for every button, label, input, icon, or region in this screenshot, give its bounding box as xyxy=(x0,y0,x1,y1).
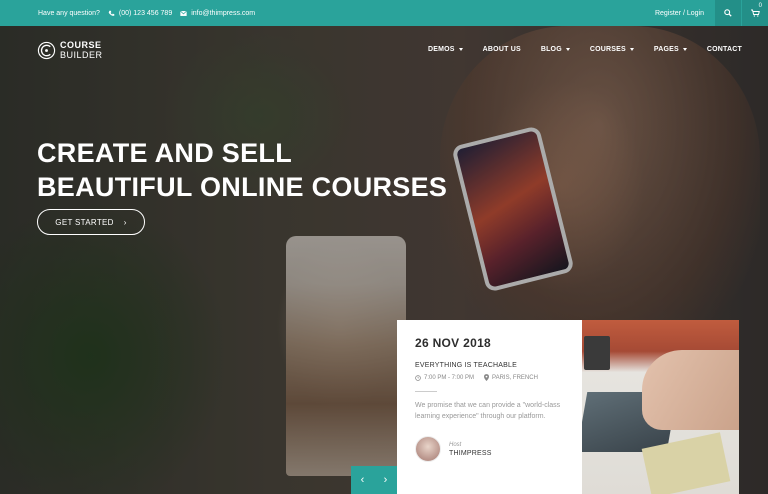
logo-mark-icon xyxy=(37,41,56,59)
nav-item-pages[interactable]: PAGES xyxy=(654,46,687,53)
hero-headline-line1: CREATE AND SELL xyxy=(37,138,293,168)
search-icon xyxy=(724,9,732,17)
phone-icon xyxy=(108,10,115,16)
logo[interactable]: COURSE BUILDER xyxy=(37,40,103,60)
get-started-button[interactable]: GET STARTED › xyxy=(37,209,145,235)
chevron-right-icon: › xyxy=(123,217,127,227)
phone-number: (00) 123 456 789 xyxy=(118,9,173,17)
search-button[interactable] xyxy=(715,0,741,26)
event-image xyxy=(582,320,739,494)
caret-down-icon xyxy=(458,48,463,51)
map-pin-icon xyxy=(484,374,490,381)
event-title[interactable]: EVERYTHING IS TEACHABLE xyxy=(415,362,564,369)
nav-item-courses[interactable]: COURSES xyxy=(590,46,634,53)
envelope-icon xyxy=(180,10,188,16)
caret-down-icon xyxy=(565,48,570,51)
slider-arrows: ‹ › xyxy=(351,466,397,494)
get-started-label: GET STARTED xyxy=(55,217,114,227)
email-address: info@thimpress.com xyxy=(191,9,256,17)
logo-text-line1: COURSE xyxy=(60,40,102,50)
event-host: Host THIMPRESS xyxy=(415,436,564,462)
hero-headline-line2: BEAUTIFUL ONLINE COURSES xyxy=(37,172,448,202)
question-text: Have any question? xyxy=(38,9,100,17)
nav-item-contact[interactable]: CONTACT xyxy=(707,46,742,53)
phone-contact[interactable]: (00) 123 456 789 xyxy=(108,10,172,17)
nav-item-blog[interactable]: BLOG xyxy=(541,46,570,53)
host-avatar xyxy=(415,436,441,462)
nav-item-demos[interactable]: DEMOS xyxy=(428,46,463,53)
hero-headline: CREATE AND SELL BEAUTIFUL ONLINE COURSES xyxy=(37,136,447,204)
nav-item-about-us[interactable]: ABOUT US xyxy=(483,46,521,53)
register-login-link[interactable]: Register / Login xyxy=(655,10,714,17)
event-time: 7:00 PM - 7:00 PM xyxy=(415,375,474,381)
main-nav: DEMOS ABOUT US BLOG COURSES PAGES CONTAC… xyxy=(428,46,742,53)
host-name[interactable]: THIMPRESS xyxy=(449,450,492,457)
cart-button[interactable]: 0 xyxy=(742,0,768,26)
clock-icon xyxy=(415,374,421,381)
host-label: Host xyxy=(449,441,462,448)
event-location: PARIS, FRENCH xyxy=(484,374,538,381)
event-card[interactable]: 26 NOV 2018 EVERYTHING IS TEACHABLE 7:00… xyxy=(397,320,582,494)
event-description: We promise that we can provide a "world-… xyxy=(415,402,561,420)
caret-down-icon xyxy=(629,48,634,51)
event-meta: 7:00 PM - 7:00 PM PARIS, FRENCH xyxy=(415,374,564,381)
cart-icon xyxy=(750,9,760,17)
divider xyxy=(415,391,437,392)
cart-count: 0 xyxy=(758,3,762,9)
slider-next-button[interactable]: › xyxy=(384,474,388,486)
logo-text-line2: BUILDER xyxy=(60,50,103,60)
top-bar: Have any question? (00) 123 456 789 info… xyxy=(0,0,768,26)
event-date: 26 NOV 2018 xyxy=(415,336,492,350)
caret-down-icon xyxy=(682,48,687,51)
email-contact[interactable]: info@thimpress.com xyxy=(180,10,255,17)
slider-prev-button[interactable]: ‹ xyxy=(361,474,365,486)
